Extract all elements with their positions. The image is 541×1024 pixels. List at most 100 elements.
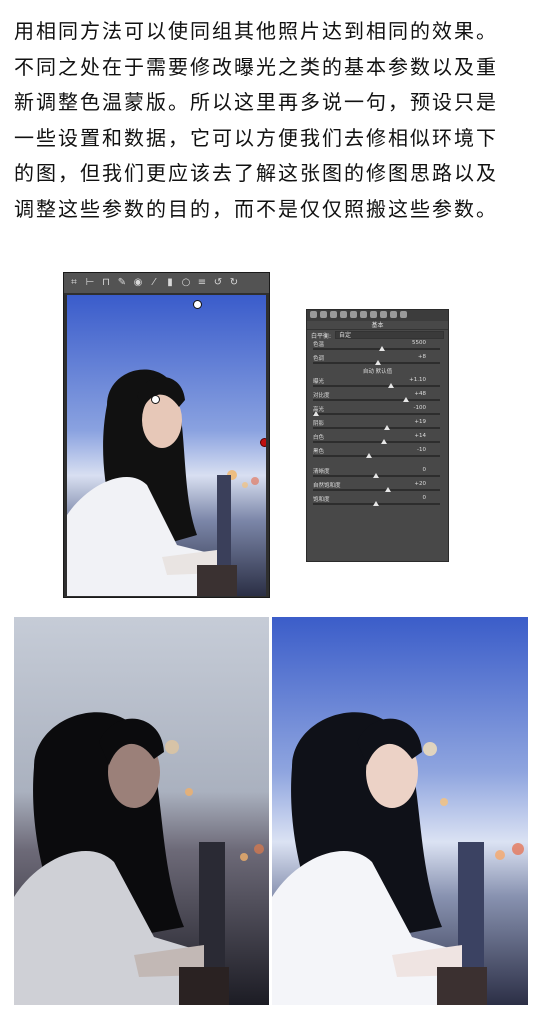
article-paragraph: 用相同方法可以使同组其他照片达到相同的效果。 不同之处在于需要修改曝光之类的基本…	[14, 14, 530, 227]
editor-toolbar: ⌗ ⊢ ⊓ ✎ ◉ ⁄ ▮ ○ ≡ ↺ ↻	[64, 273, 269, 293]
photo-editor-window: ⌗ ⊢ ⊓ ✎ ◉ ⁄ ▮ ○ ≡ ↺ ↻	[63, 272, 270, 598]
tab-icon[interactable]	[310, 311, 317, 318]
portrait-photo-blue	[67, 295, 266, 596]
slider-thumb[interactable]	[383, 425, 390, 430]
paragraph-line: 一些设置和数据，它可以方便我们去修相似环境下	[14, 125, 498, 150]
straighten-icon[interactable]: ⊢	[84, 277, 96, 289]
slider-value[interactable]: -10	[417, 447, 426, 453]
paragraph-line: 用相同方法可以使同组其他照片达到相同的效果。	[14, 19, 498, 43]
slider-row: 高光 -100	[307, 405, 448, 419]
slider-thumb[interactable]	[312, 411, 319, 416]
slider-row: 对比度 +48	[307, 391, 448, 405]
slider-thumb[interactable]	[381, 439, 388, 444]
slider-label: 自然饱和度	[313, 483, 341, 489]
slider-value[interactable]: +8	[418, 354, 426, 360]
temp-tint-sliders: 色温 5500 色调 +8	[307, 340, 448, 368]
tab-icon[interactable]	[350, 311, 357, 318]
slider-value[interactable]: +48	[414, 391, 426, 397]
slider-track[interactable]	[313, 455, 440, 457]
slider-row: 阴影 +19	[307, 419, 448, 433]
white-balance-row: 白平衡: 自定	[307, 330, 448, 340]
slider-row: 白色 +14	[307, 433, 448, 447]
paragraph-line: 不同之处在于需要修改曝光之类的基本参数以及重	[14, 54, 498, 79]
tab-icon[interactable]	[360, 311, 367, 318]
slider-thumb[interactable]	[385, 487, 391, 492]
adjustment-pin[interactable]	[193, 300, 202, 309]
slider-thumb[interactable]	[372, 473, 379, 478]
slider-label: 黑色	[313, 449, 325, 455]
slider-row: 清晰度 0	[307, 467, 448, 481]
tab-icon[interactable]	[380, 311, 387, 318]
slider-track[interactable]	[313, 427, 440, 429]
active-adjustment-pin[interactable]	[260, 438, 266, 447]
slider-value[interactable]: +20	[414, 481, 426, 487]
tab-icon[interactable]	[330, 311, 337, 318]
slider-value[interactable]: 0	[423, 495, 427, 501]
slider-row: 自然饱和度 +20	[307, 481, 448, 495]
slider-label: 饱和度	[313, 497, 330, 503]
paragraph-line: 的图，但我们更应该去了解这张图的修图思路以及	[14, 161, 498, 185]
before-photo	[14, 617, 269, 1005]
slider-label: 阴影	[313, 421, 325, 427]
rotate-left-icon[interactable]: ↺	[212, 277, 224, 289]
crop-icon[interactable]: ⌗	[68, 277, 80, 289]
tab-icon[interactable]	[400, 311, 407, 318]
slider-row: 饱和度 0	[307, 495, 448, 509]
slider-thumb[interactable]	[372, 501, 379, 506]
slider-value[interactable]: +1.10	[409, 377, 426, 383]
slider-track[interactable]	[313, 441, 440, 443]
slider-row: 黑色 -10	[307, 447, 448, 461]
edited-photo	[67, 295, 266, 596]
adjustment-pin[interactable]	[151, 395, 160, 404]
slider-track[interactable]	[313, 399, 440, 401]
slider-thumb[interactable]	[402, 397, 409, 402]
spot-icon[interactable]: ⊓	[100, 277, 112, 289]
slider-label: 白色	[313, 435, 325, 441]
slider-track[interactable]	[313, 348, 440, 350]
slider-value[interactable]: -100	[414, 405, 426, 411]
redeye-icon[interactable]: ◉	[132, 277, 144, 289]
slider-track[interactable]	[313, 385, 440, 387]
slider-label: 色调	[313, 356, 325, 362]
paragraph-line: 调整这些参数的目的，而不是仅仅照搬这些参数。	[14, 196, 498, 221]
slider-row: 曝光 +1.10	[307, 377, 448, 391]
slider-value[interactable]: +19	[414, 419, 426, 425]
radial-icon[interactable]: ○	[180, 277, 192, 289]
slider-value[interactable]: 5500	[412, 340, 426, 346]
tab-icon[interactable]	[320, 311, 327, 318]
white-balance-select[interactable]: 自定	[335, 331, 444, 339]
slider-value[interactable]: +14	[414, 433, 426, 439]
slider-track[interactable]	[313, 489, 440, 491]
adjust-brush-icon[interactable]: ⁄	[148, 277, 160, 289]
slider-row: 色调 +8	[307, 354, 448, 368]
tab-icon[interactable]	[340, 311, 347, 318]
panel-title: 基本	[307, 321, 448, 330]
brush-icon[interactable]: ✎	[116, 277, 128, 289]
slider-label: 对比度	[313, 393, 330, 399]
presence-sliders: 清晰度 0 自然饱和度 +20 饱和度 0	[307, 467, 448, 509]
after-photo	[272, 617, 528, 1005]
portrait-photo-dark	[14, 617, 269, 1005]
slider-thumb[interactable]	[387, 383, 394, 388]
paragraph-line: 新调整色温蒙版。所以这里再多说一句，预设只是	[14, 90, 498, 114]
basic-adjustment-panel: 基本 白平衡: 自定 色温 5500 色调 +8 自动 默认值 曝光 +1.10 对比度 +…	[306, 309, 449, 562]
rotate-right-icon[interactable]: ↻	[228, 277, 240, 289]
tone-sliders: 曝光 +1.10 对比度 +48 高光 -100 阴影 +19 白色 +14 黑色 -10	[307, 377, 448, 461]
portrait-photo-edited	[272, 617, 528, 1005]
auto-default-links[interactable]: 自动 默认值	[307, 368, 448, 377]
slider-label: 清晰度	[313, 469, 330, 475]
slider-row: 色温 5500	[307, 340, 448, 354]
slider-track[interactable]	[313, 413, 440, 415]
slider-thumb[interactable]	[375, 360, 381, 365]
white-balance-label: 白平衡:	[311, 332, 332, 340]
panel-tabs	[307, 310, 448, 321]
tab-icon[interactable]	[390, 311, 397, 318]
slider-label: 色温	[313, 342, 325, 348]
slider-label: 曝光	[313, 379, 325, 385]
tab-icon[interactable]	[370, 311, 377, 318]
list-icon[interactable]: ≡	[196, 277, 208, 289]
slider-thumb[interactable]	[378, 346, 385, 351]
slider-value[interactable]: 0	[423, 467, 427, 473]
slider-thumb[interactable]	[366, 453, 373, 458]
gradient-icon[interactable]: ▮	[164, 277, 176, 289]
